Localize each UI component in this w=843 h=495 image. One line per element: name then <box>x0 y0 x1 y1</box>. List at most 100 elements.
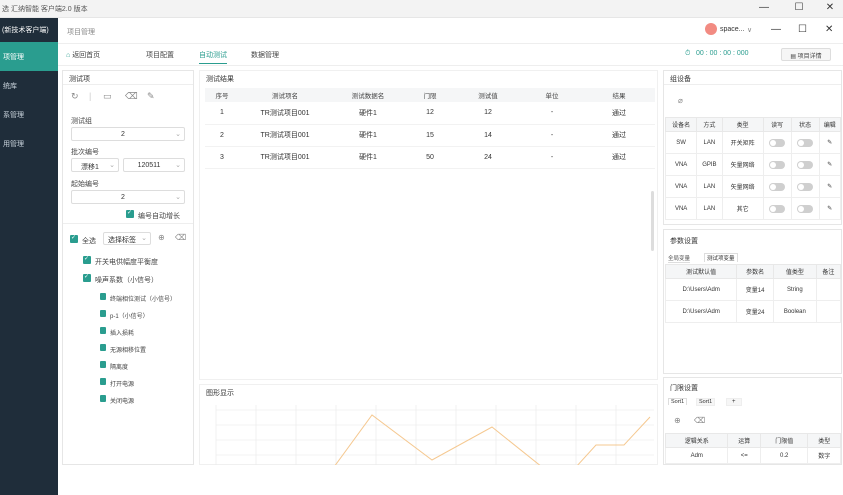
link-icon[interactable]: ⌀ <box>678 96 683 105</box>
tree-item[interactable]: 关闭电源 <box>110 396 134 405</box>
cell: 12 <box>405 102 455 125</box>
cell: Boolean <box>772 300 817 323</box>
edit-icon[interactable]: ✎ <box>818 131 842 154</box>
param-panel-title: 参数设置 <box>670 238 698 245</box>
app-close-button[interactable]: ✕ <box>825 24 833 35</box>
status-toggle[interactable] <box>790 175 820 198</box>
table-row[interactable]: VNA LAN 矢量网络 ✎ <box>664 175 842 198</box>
graph-canvas <box>215 405 654 465</box>
add-icon[interactable]: ⊕ <box>158 233 165 242</box>
batch-number-value: 120511 <box>137 162 161 169</box>
batch-prefix-value: 漂移1 <box>81 164 99 171</box>
tree-item[interactable]: 终端相位测试（小信号） <box>110 294 176 303</box>
auto-increment-label: 编号自动增长 <box>138 213 180 220</box>
edit-icon[interactable]: ✎ <box>818 175 842 198</box>
sidebar: (新技术客户端) 项管理 统库 系管理 用管理 <box>0 18 58 495</box>
read-toggle[interactable] <box>762 153 792 176</box>
minimize-button[interactable]: — <box>754 2 774 13</box>
trash-icon[interactable]: ⌫ <box>175 233 186 242</box>
tab-global-vars[interactable]: 全局变量 <box>668 254 691 263</box>
tree-item[interactable]: 插入损耗 <box>110 328 134 337</box>
trash-icon[interactable]: ⌫ <box>694 416 705 425</box>
select-all-checkbox[interactable] <box>70 234 78 243</box>
tree-item[interactable]: p-1（小信号） <box>110 311 149 320</box>
table-row[interactable]: 3 TR测试项目001 硬件1 50 24 - 通过 <box>205 146 655 169</box>
tree-item[interactable]: 噪声系数（小信号） <box>95 275 158 285</box>
sidebar-item-library[interactable]: 统库 <box>0 71 58 100</box>
tab-data-manage[interactable]: 数据管理 <box>251 50 279 60</box>
user-name[interactable]: space... <box>720 26 745 33</box>
edit-icon[interactable]: ✎ <box>147 91 155 102</box>
tab-sort-1[interactable]: Sort1 <box>668 398 688 405</box>
result-link[interactable]: 通过 <box>583 102 655 125</box>
avatar[interactable] <box>705 23 717 35</box>
app-minimize-button[interactable]: — <box>771 24 781 35</box>
tab-test-vars[interactable]: 测试项变量 <box>704 253 738 262</box>
table-row[interactable]: VNA LAN 其它 ✎ <box>664 197 842 220</box>
tab-home[interactable]: ⌂ 返回首页 <box>66 50 100 60</box>
cell: 硬件1 <box>331 146 405 169</box>
batch-prefix-select[interactable]: 漂移1 ⌄ <box>71 158 119 172</box>
table-row[interactable]: 2 TR测试项目001 硬件1 15 14 - 通过 <box>205 124 655 147</box>
sidebar-item-system[interactable]: 系管理 <box>0 100 58 129</box>
tree-checkbox[interactable] <box>83 255 91 264</box>
table-row[interactable]: VNA GPIB 矢量网络 ✎ <box>664 153 842 176</box>
status-toggle[interactable] <box>790 131 820 154</box>
chevron-down-icon[interactable]: ∨ <box>747 26 752 34</box>
read-toggle[interactable] <box>762 131 792 154</box>
tree-item[interactable]: 无源相移位置 <box>110 345 146 354</box>
result-link[interactable]: 通过 <box>583 146 655 169</box>
tab-project-config[interactable]: 项目配置 <box>146 50 174 60</box>
column-header: 测试默认值 <box>664 264 738 279</box>
column-header: 状态 <box>790 117 820 132</box>
table-row[interactable]: 1 TR测试项目001 硬件1 12 12 - 通过 <box>205 102 655 125</box>
cell: 变量24 <box>736 300 774 323</box>
add-icon[interactable]: ⊕ <box>674 416 681 425</box>
tab-sort-2[interactable]: Sort1 <box>696 398 716 406</box>
cell: VNA <box>664 153 698 176</box>
table-row[interactable]: D:\Users\Adm 变量24 Boolean <box>664 300 842 323</box>
app-maximize-button[interactable]: ☐ <box>798 24 807 35</box>
close-button[interactable]: ✕ <box>820 2 840 13</box>
cell <box>815 300 842 323</box>
maximize-button[interactable]: ☐ <box>789 2 809 13</box>
read-toggle[interactable] <box>762 175 792 198</box>
sidebar-item-user[interactable]: 用管理 <box>0 129 58 158</box>
tree-item[interactable]: 隔离度 <box>110 362 128 371</box>
table-row[interactable]: SW LAN 开关矩阵 ✎ <box>664 131 842 154</box>
status-toggle[interactable] <box>790 153 820 176</box>
cell: 0.2 <box>759 447 809 464</box>
cell: LAN <box>696 131 723 154</box>
scrollbar[interactable] <box>651 191 654 251</box>
read-toggle[interactable] <box>762 197 792 220</box>
tree-item[interactable]: 开关电供幅度平衡度 <box>95 257 158 267</box>
limit-table: 逻辑关系 运算 门限值 类型 Adm <= 0.2 数字 <box>664 433 841 464</box>
project-detail-button[interactable]: ▤ 项目详情 <box>781 48 831 61</box>
folder-icon[interactable]: ▭ <box>103 91 112 102</box>
home-icon: ⌂ <box>66 52 71 59</box>
trash-icon[interactable]: ⌫ <box>125 91 138 102</box>
status-toggle[interactable] <box>790 197 820 220</box>
auto-increment-checkbox[interactable] <box>126 209 134 218</box>
sidebar-brand: (新技术客户端) <box>2 27 49 34</box>
tree-checkbox[interactable] <box>83 273 91 282</box>
cell: <= <box>727 447 761 464</box>
result-link[interactable]: 通过 <box>583 124 655 147</box>
graph-panel: 图形显示 <box>199 384 658 465</box>
edit-icon[interactable]: ✎ <box>818 153 842 176</box>
test-group-value: 2 <box>121 131 125 138</box>
sidebar-item-project[interactable]: 项管理 <box>0 42 58 71</box>
edit-icon[interactable]: ✎ <box>818 197 842 220</box>
column-header: 单位 <box>521 88 583 102</box>
batch-number-select[interactable]: 120511 ⌄ <box>123 158 185 172</box>
table-row[interactable]: Adm <= 0.2 数字 <box>664 447 841 464</box>
tab-auto-test[interactable]: 自动测试 <box>199 50 227 64</box>
refresh-icon[interactable]: ↻ <box>71 91 79 102</box>
test-group-select[interactable]: 2 ⌄ <box>71 127 185 141</box>
tree-item[interactable]: 打开电源 <box>110 379 134 388</box>
tag-select[interactable]: 选择标签 ⌄ <box>103 232 151 245</box>
add-tab-button[interactable]: + <box>726 398 742 406</box>
start-number-select[interactable]: 2 ⌄ <box>71 190 185 204</box>
cell: TR测试项目001 <box>239 146 331 169</box>
table-row[interactable]: D:\Users\Adm 变量14 String <box>664 278 842 301</box>
